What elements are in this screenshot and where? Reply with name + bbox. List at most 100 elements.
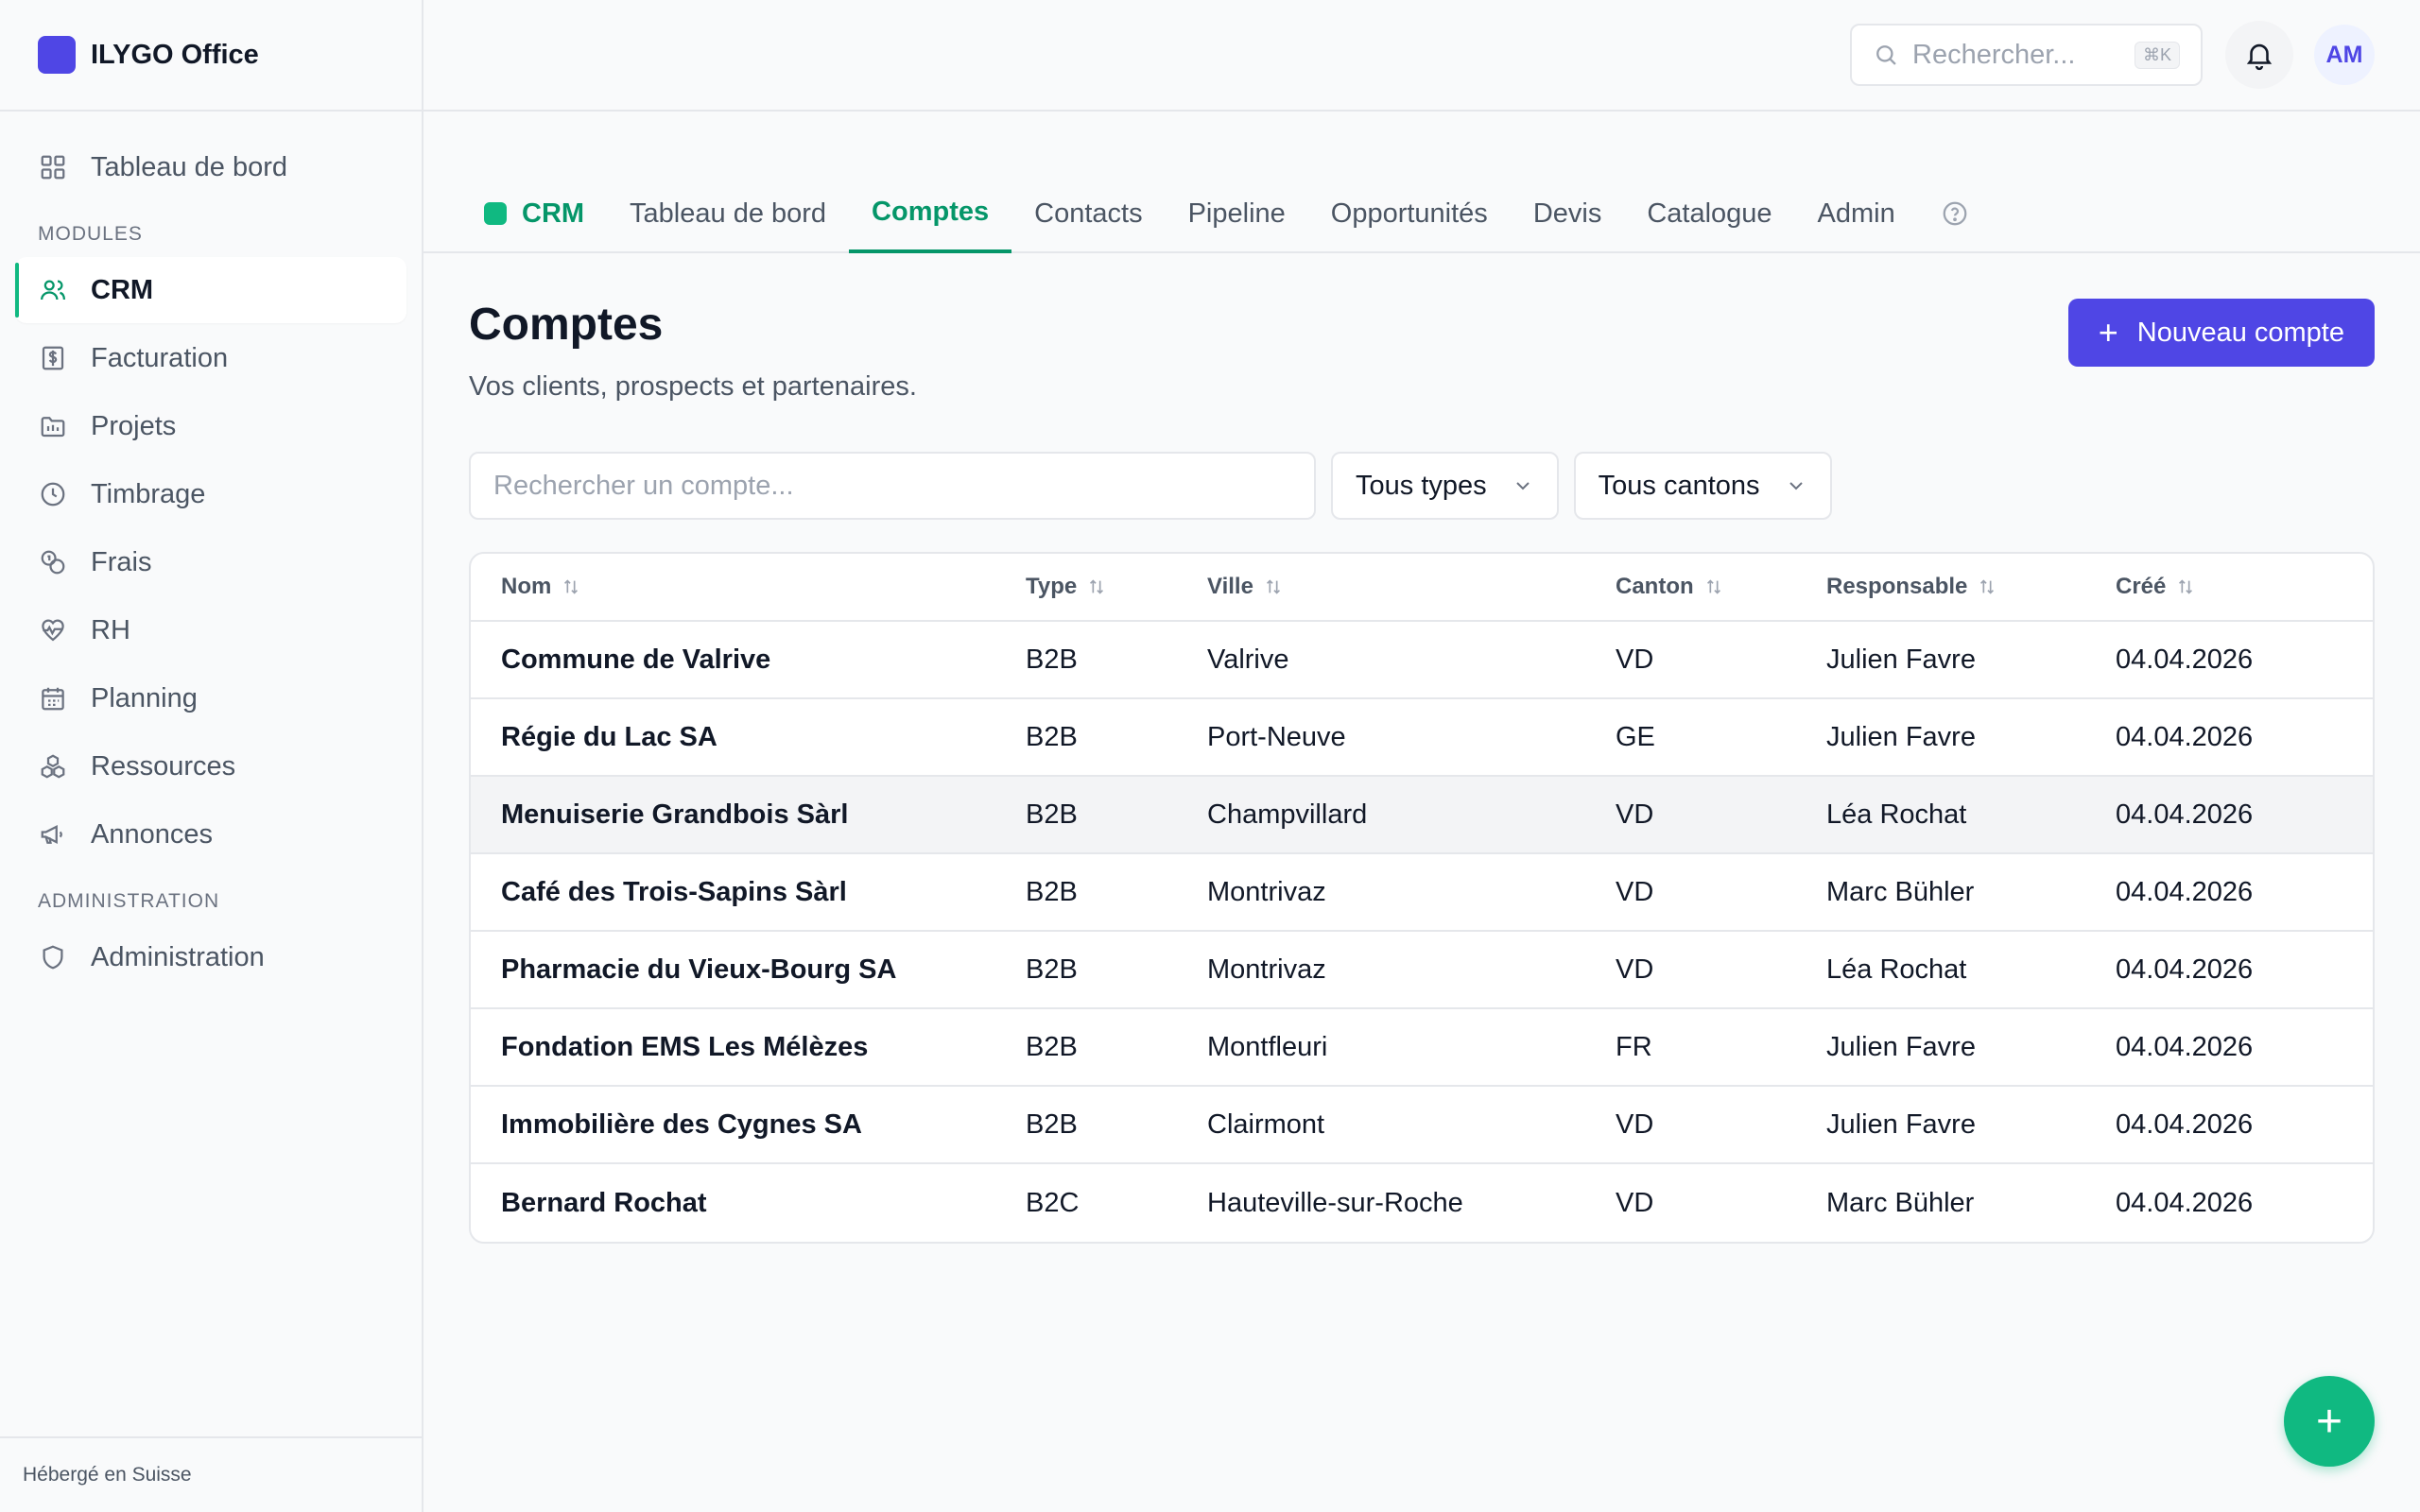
tab-comptes[interactable]: Comptes bbox=[849, 174, 1012, 253]
floating-add-button[interactable]: + bbox=[2284, 1376, 2375, 1467]
modules-section-label: MODULES bbox=[38, 223, 143, 245]
tab-devis[interactable]: Devis bbox=[1511, 174, 1625, 253]
sidebar-item-projets[interactable]: Projets bbox=[15, 393, 406, 459]
brand-name: ILYGO Office bbox=[91, 39, 259, 70]
bell-icon bbox=[2246, 43, 2273, 71]
table-row[interactable]: Fondation EMS Les Mélèzes B2B Montfleuri… bbox=[471, 1009, 2373, 1087]
cell-responsable: Julien Favre bbox=[1826, 1108, 1976, 1140]
cell-ville: Montrivaz bbox=[1207, 876, 1326, 907]
table-row[interactable]: Commune de Valrive B2B Valrive VD Julien… bbox=[471, 622, 2373, 699]
notifications-button[interactable] bbox=[2225, 21, 2293, 89]
column-header-cree[interactable]: Créé bbox=[2116, 574, 2373, 600]
table-row[interactable]: Bernard Rochat B2C Hauteville-sur-Roche … bbox=[471, 1164, 2373, 1242]
sort-icon bbox=[2179, 579, 2193, 594]
help-button[interactable] bbox=[1918, 174, 1992, 253]
sidebar-item-crm[interactable]: CRM bbox=[15, 257, 406, 323]
admin-section-label: ADMINISTRATION bbox=[38, 890, 220, 912]
table-row[interactable]: Café des Trois-Sapins Sàrl B2B Montrivaz… bbox=[471, 854, 2373, 932]
shield-icon bbox=[38, 942, 68, 972]
cell-cree: 04.04.2026 bbox=[2116, 876, 2254, 907]
new-account-button[interactable]: + Nouveau compte bbox=[2067, 299, 2375, 367]
avatar[interactable]: AM bbox=[2314, 25, 2375, 85]
cell-cree: 04.04.2026 bbox=[2116, 1108, 2254, 1140]
cell-type: B2B bbox=[1026, 876, 1078, 907]
column-header-nom[interactable]: Nom bbox=[471, 574, 1026, 600]
tab-opportunites[interactable]: Opportunités bbox=[1308, 174, 1511, 253]
tab-catalogue[interactable]: Catalogue bbox=[1624, 174, 1794, 253]
sidebar-item-administration[interactable]: Administration bbox=[15, 924, 406, 990]
cell-responsable: Julien Favre bbox=[1826, 721, 1976, 752]
canton-select[interactable]: Tous cantons bbox=[1573, 452, 1832, 520]
cell-type: B2B bbox=[1026, 954, 1078, 985]
sidebar-item-label: Projets bbox=[91, 410, 177, 441]
sidebar-item-facturation[interactable]: Facturation bbox=[15, 325, 406, 391]
cell-canton: GE bbox=[1616, 721, 1655, 752]
column-label: Nom bbox=[501, 574, 552, 599]
sidebar-footer: Hébergé en Suisse bbox=[0, 1436, 422, 1512]
column-header-canton[interactable]: Canton bbox=[1616, 574, 1826, 600]
main-area: Rechercher... ⌘K AM CRM Tableau de bord … bbox=[424, 0, 2420, 1512]
tab-pipeline[interactable]: Pipeline bbox=[1166, 174, 1308, 253]
table-row[interactable]: Pharmacie du Vieux-Bourg SA B2B Montriva… bbox=[471, 932, 2373, 1009]
column-header-type[interactable]: Type bbox=[1026, 574, 1207, 600]
users-icon bbox=[38, 275, 68, 305]
plus-icon: + bbox=[2098, 313, 2118, 352]
sidebar-item-frais[interactable]: Frais bbox=[15, 529, 406, 595]
table-row[interactable]: Menuiserie Grandbois Sàrl B2B Champvilla… bbox=[471, 777, 2373, 854]
sort-icon bbox=[564, 579, 579, 594]
cell-type: B2B bbox=[1026, 1108, 1078, 1140]
sidebar-nav: Tableau de bord MODULES CRM Facturation bbox=[0, 112, 422, 990]
brand-logo bbox=[38, 36, 76, 74]
sort-icon bbox=[1980, 579, 1995, 594]
sidebar-item-timbrage[interactable]: Timbrage bbox=[15, 461, 406, 527]
canton-select-value: Tous cantons bbox=[1598, 470, 1760, 501]
sidebar-item-rh[interactable]: RH bbox=[15, 597, 406, 663]
cell-responsable: Léa Rochat bbox=[1826, 799, 1967, 830]
sidebar-item-dashboard[interactable]: Tableau de bord bbox=[15, 134, 406, 200]
cell-ville: Port-Neuve bbox=[1207, 721, 1346, 752]
cell-responsable: Marc Bühler bbox=[1826, 1187, 1975, 1218]
tab-module-crm[interactable]: CRM bbox=[469, 174, 607, 253]
invoice-icon bbox=[38, 343, 68, 373]
cell-nom: Bernard Rochat bbox=[501, 1187, 707, 1218]
table-row[interactable]: Régie du Lac SA B2B Port-Neuve GE Julien… bbox=[471, 699, 2373, 777]
tab-admin[interactable]: Admin bbox=[1795, 174, 1918, 253]
column-label: Ville bbox=[1207, 574, 1253, 599]
cell-responsable: Julien Favre bbox=[1826, 644, 1976, 675]
topbar: Rechercher... ⌘K AM bbox=[424, 0, 2420, 112]
help-icon bbox=[1943, 201, 1967, 226]
table-row[interactable]: Immobilière des Cygnes SA B2B Clairmont … bbox=[471, 1087, 2373, 1164]
table-header: Nom Type Ville Canton Responsable Créé bbox=[471, 554, 2373, 622]
column-label: Responsable bbox=[1826, 574, 1968, 599]
accounts-table: Nom Type Ville Canton Responsable Créé C… bbox=[469, 552, 2375, 1244]
tab-contacts[interactable]: Contacts bbox=[1011, 174, 1165, 253]
cell-canton: FR bbox=[1616, 1031, 1652, 1062]
sidebar: ILYGO Office Tableau de bord MODULES CRM bbox=[0, 0, 424, 1512]
sidebar-item-label: Planning bbox=[91, 682, 198, 713]
boxes-icon bbox=[38, 751, 68, 782]
global-search-placeholder: Rechercher... bbox=[1912, 39, 2076, 70]
sidebar-item-label: Tableau de bord bbox=[91, 151, 287, 182]
sidebar-item-planning[interactable]: Planning bbox=[15, 665, 406, 731]
calendar-icon bbox=[38, 683, 68, 713]
column-header-ville[interactable]: Ville bbox=[1207, 574, 1616, 600]
tab-tableau-de-bord[interactable]: Tableau de bord bbox=[607, 174, 849, 253]
filters-bar: Rechercher un compte... Tous types Tous … bbox=[469, 452, 2375, 520]
account-search-input[interactable]: Rechercher un compte... bbox=[469, 452, 1316, 520]
search-icon bbox=[1876, 45, 1896, 65]
heart-pulse-icon bbox=[38, 615, 68, 645]
sidebar-item-annonces[interactable]: Annonces bbox=[15, 801, 406, 868]
cell-canton: VD bbox=[1616, 1108, 1654, 1140]
column-header-responsable[interactable]: Responsable bbox=[1826, 574, 2116, 600]
sidebar-item-ressources[interactable]: Ressources bbox=[15, 733, 406, 799]
cell-responsable: Julien Favre bbox=[1826, 1031, 1976, 1062]
sidebar-item-label: Ressources bbox=[91, 750, 236, 782]
column-label: Créé bbox=[2116, 574, 2167, 599]
coins-icon bbox=[38, 547, 68, 577]
cell-nom: Fondation EMS Les Mélèzes bbox=[501, 1031, 869, 1062]
cell-canton: VD bbox=[1616, 644, 1654, 675]
type-select[interactable]: Tous types bbox=[1331, 452, 1559, 520]
brand[interactable]: ILYGO Office bbox=[0, 0, 422, 112]
global-search-input[interactable]: Rechercher... ⌘K bbox=[1850, 24, 2203, 86]
cell-ville: Montfleuri bbox=[1207, 1031, 1328, 1062]
